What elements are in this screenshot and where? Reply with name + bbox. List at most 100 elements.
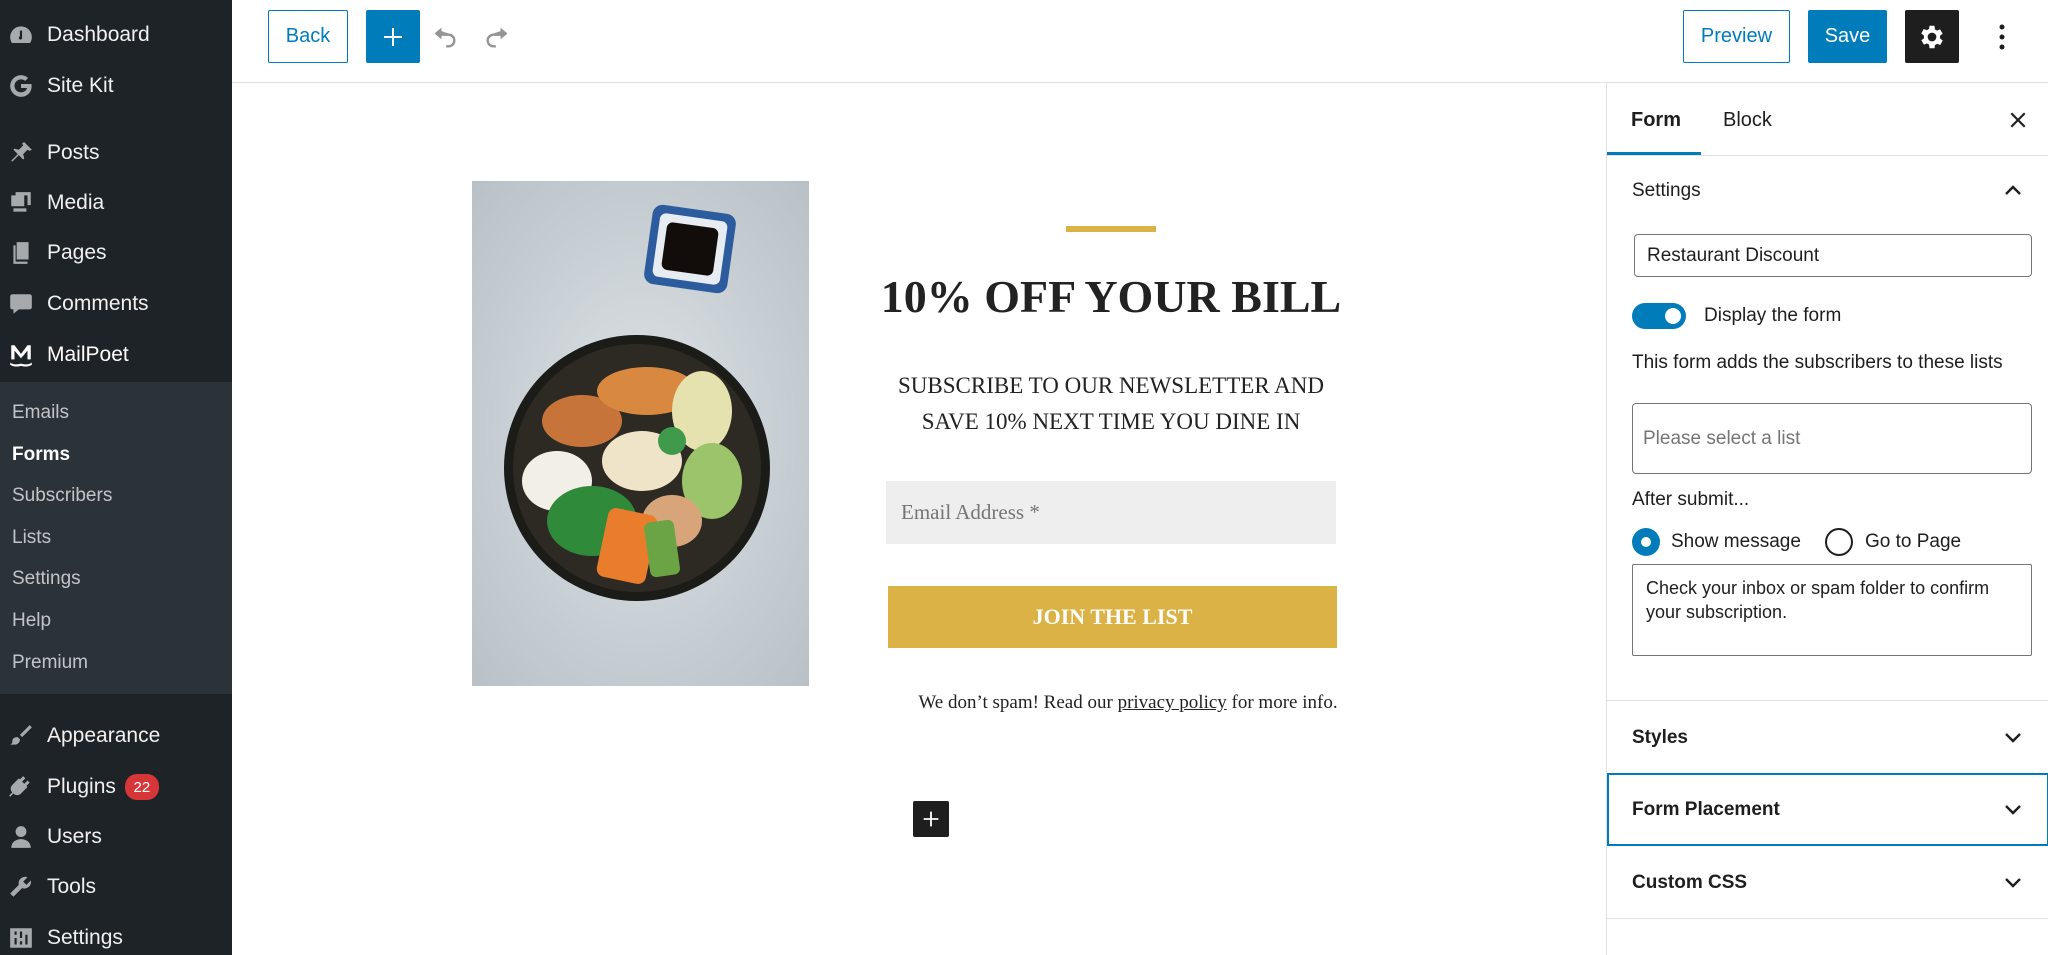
menu-item-appearance[interactable]: Appearance	[0, 711, 232, 761]
menu-label: Dashboard	[47, 23, 150, 46]
undo-icon	[434, 27, 456, 48]
close-panel-button[interactable]	[2003, 105, 2033, 135]
success-message-textarea[interactable]: Check your inbox or spam folder to confi…	[1632, 564, 2032, 656]
back-button[interactable]: Back	[268, 10, 348, 63]
menu-item-tools[interactable]: Tools	[0, 862, 232, 912]
menu-item-plugins[interactable]: Plugins 22	[0, 762, 232, 812]
menu-item-posts[interactable]: Posts	[0, 128, 232, 178]
pages-icon	[6, 238, 36, 268]
divider	[1607, 918, 2048, 919]
pin-icon	[6, 138, 36, 168]
subscriber-list-select[interactable]: Please select a list	[1632, 403, 2032, 474]
expand-form-placement-button[interactable]	[2002, 799, 2024, 821]
divider	[1607, 700, 2048, 701]
menu-item-mailpoet[interactable]: MailPoet	[0, 330, 232, 380]
display-form-toggle[interactable]	[1632, 303, 1686, 329]
submenu-premium[interactable]: Premium	[12, 652, 88, 674]
form-subheading: SUBSCRIBE TO OUR NEWSLETTER AND SAVE 10%…	[870, 368, 1352, 440]
settings-panel: Form Block Settings Restaurant Discount …	[1606, 83, 2048, 955]
styles-section-title[interactable]: Styles	[1632, 727, 1688, 749]
email-address-field[interactable]: Email Address *	[886, 481, 1336, 544]
accent-divider	[1066, 226, 1156, 232]
comment-icon	[6, 289, 36, 319]
menu-item-site-kit[interactable]: Site Kit	[0, 61, 232, 111]
settings-section-title[interactable]: Settings	[1632, 180, 1701, 202]
menu-label: Users	[47, 825, 102, 848]
after-submit-label: After submit...	[1632, 489, 1750, 510]
submenu-help[interactable]: Help	[12, 610, 51, 632]
google-g-icon	[6, 71, 36, 101]
chevron-down-icon	[2005, 805, 2021, 815]
redo-button[interactable]	[480, 20, 514, 54]
menu-label: Comments	[47, 292, 149, 315]
admin-sidebar: Dashboard Site Kit Posts Media Pages Com…	[0, 0, 232, 955]
submenu-subscribers[interactable]: Subscribers	[12, 485, 112, 507]
menu-label: Media	[47, 191, 105, 214]
privacy-notice-text: We don’t spam! Read our	[918, 692, 1118, 713]
divider	[1607, 155, 2048, 156]
redo-icon	[486, 27, 508, 48]
tab-block[interactable]: Block	[1723, 109, 1772, 132]
brush-icon	[6, 721, 36, 751]
submenu-lists[interactable]: Lists	[12, 527, 51, 549]
mailpoet-submenu: Emails Forms Subscribers Lists Settings …	[0, 382, 232, 694]
menu-label: Appearance	[47, 724, 161, 747]
plugin-icon	[6, 772, 36, 802]
privacy-notice: We don’t spam! Read our privacy policy f…	[858, 692, 1398, 714]
plugins-update-badge: 22	[124, 774, 159, 800]
subheading-line: SUBSCRIBE TO OUR NEWSLETTER AND	[898, 373, 1324, 398]
kebab-menu-icon	[1999, 24, 2005, 50]
menu-label: Pages	[47, 241, 107, 264]
custom-css-section-title[interactable]: Custom CSS	[1632, 872, 1747, 894]
gear-icon	[1921, 25, 1943, 48]
display-form-label: Display the form	[1704, 305, 1842, 326]
collapse-settings-button[interactable]	[2002, 179, 2024, 201]
submenu-settings[interactable]: Settings	[12, 568, 81, 590]
menu-item-dashboard[interactable]: Dashboard	[0, 10, 232, 60]
submenu-emails[interactable]: Emails	[12, 402, 69, 424]
settings-toggle-button[interactable]	[1905, 10, 1959, 63]
expand-styles-button[interactable]	[2002, 727, 2024, 749]
show-message-label: Show message	[1671, 531, 1801, 552]
privacy-policy-link[interactable]: privacy policy	[1118, 692, 1227, 713]
undo-button[interactable]	[428, 20, 462, 54]
menu-label: Settings	[47, 926, 123, 949]
menu-item-pages[interactable]: Pages	[0, 228, 232, 278]
form-name-input[interactable]: Restaurant Discount	[1634, 234, 2032, 277]
join-list-button[interactable]: JOIN THE LIST	[888, 586, 1337, 648]
close-icon	[2010, 112, 2026, 128]
menu-label: Tools	[47, 875, 97, 898]
inline-add-block-button[interactable]	[913, 801, 949, 837]
privacy-notice-text: for more info.	[1226, 692, 1338, 713]
go-to-page-radio[interactable]	[1825, 528, 1853, 556]
expand-custom-css-button[interactable]	[2002, 872, 2024, 894]
food-bowl-image	[472, 181, 809, 686]
menu-item-media[interactable]: Media	[0, 178, 232, 228]
dashboard-icon	[6, 20, 36, 50]
show-message-radio[interactable]	[1632, 528, 1660, 556]
chevron-down-icon	[2005, 878, 2021, 888]
tab-form[interactable]: Form	[1631, 109, 1681, 132]
more-options-button[interactable]	[1987, 18, 2017, 56]
preview-button[interactable]: Preview	[1683, 10, 1790, 63]
menu-label: Site Kit	[47, 74, 114, 97]
menu-item-settings[interactable]: Settings	[0, 913, 232, 955]
lists-description: This form adds the subscribers to these …	[1632, 352, 2003, 373]
submenu-forms[interactable]: Forms	[12, 444, 70, 466]
add-block-button[interactable]	[366, 10, 420, 63]
subheading-line: SAVE 10% NEXT TIME YOU DINE IN	[921, 409, 1301, 434]
user-icon	[6, 822, 36, 852]
editor-toolbar: Back Preview Save	[232, 0, 2048, 83]
mailpoet-icon	[6, 340, 36, 370]
menu-item-comments[interactable]: Comments	[0, 279, 232, 329]
form-placement-section-title[interactable]: Form Placement	[1632, 799, 1780, 821]
plus-icon	[923, 811, 939, 827]
menu-item-users[interactable]: Users	[0, 812, 232, 862]
chevron-down-icon	[2005, 733, 2021, 743]
media-icon	[6, 188, 36, 218]
save-button[interactable]: Save	[1808, 10, 1887, 63]
settings-sliders-icon	[6, 923, 36, 953]
chevron-up-icon	[2005, 185, 2021, 195]
form-headline: 10% OFF YOUR BILL	[880, 271, 1342, 322]
go-to-page-label: Go to Page	[1865, 531, 1962, 552]
